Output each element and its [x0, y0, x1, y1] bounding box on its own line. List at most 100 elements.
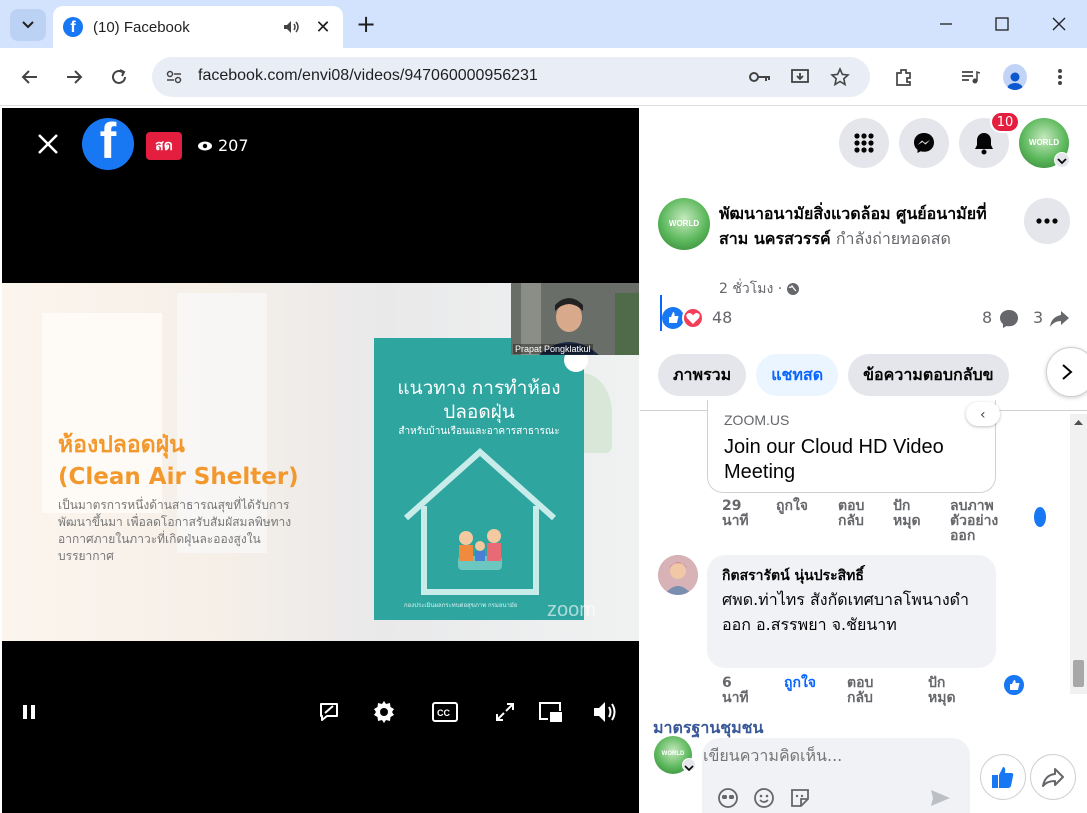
thumbs-up-icon [992, 767, 1014, 788]
emoji-icon[interactable] [752, 786, 776, 810]
minimize-icon[interactable] [934, 12, 958, 36]
closed-captions-icon[interactable]: CC [430, 697, 460, 727]
new-tab-button[interactable]: + [356, 12, 376, 36]
post-tabs: ภาพรวม แชทสด ข้อความตอบกลับข [658, 354, 1009, 396]
link-like-action[interactable]: ถูกใจ [776, 499, 808, 514]
comment-author[interactable]: กิตสรารัตน์ นุ่นประสิทธิ์ [722, 565, 864, 587]
link-reply-action[interactable]: ตอบกลับ [838, 499, 878, 529]
more-dots-icon [1036, 218, 1058, 224]
comment-pin-action[interactable]: ปักหมุด [928, 676, 968, 706]
scroll-up-arrow-icon[interactable] [1073, 418, 1084, 426]
book-footer: กองประเมินผลกระทบต่อสุขภาพ กรมอนามัย [404, 602, 518, 609]
slide-title: ห้องปลอดฝุ่น (Clean Air Shelter) [58, 429, 299, 493]
maximize-icon[interactable] [990, 12, 1014, 36]
link-title[interactable]: Join our Cloud HD Video Meeting [724, 435, 984, 485]
fullscreen-icon[interactable] [490, 697, 520, 727]
comment-like-action[interactable]: ถูกใจ [784, 676, 816, 691]
post-timestamp[interactable]: 2 ชั่วโมง · [719, 278, 800, 300]
link-timestamp[interactable]: 29 นาที [722, 499, 762, 529]
profile-avatar-icon[interactable] [1003, 64, 1027, 90]
settings-gear-icon[interactable] [369, 697, 399, 727]
tab-search-button[interactable] [10, 9, 46, 41]
chevron-right-icon [1062, 364, 1073, 380]
share-count[interactable]: 3 [1033, 308, 1043, 327]
like-badge-icon [1032, 505, 1048, 529]
book-title: แนวทาง การทำห้องปลอดฝุ่น [397, 377, 561, 423]
volume-icon[interactable] [590, 697, 620, 727]
site-info-icon[interactable] [162, 65, 186, 89]
like-button[interactable] [980, 754, 1026, 800]
forward-arrow-icon[interactable] [62, 65, 86, 89]
tab-live-chat[interactable]: แชทสด [756, 354, 839, 396]
share-arrow-icon [1050, 311, 1069, 327]
book-subtitle: สำหรับบ้านเรือนและอาคารสาธารณะ [398, 426, 560, 437]
page-avatar[interactable]: WORLD [658, 198, 710, 250]
commenter-avatar[interactable] [658, 555, 698, 595]
tab-overview[interactable]: ภาพรวม [658, 354, 747, 396]
menu-grid-button[interactable] [839, 118, 889, 168]
comment-reply-action[interactable]: ตอบกลับ [847, 676, 887, 706]
bookmark-star-icon[interactable] [828, 65, 852, 89]
slide-title-thai: ห้องปลอดฝุ่น [58, 432, 185, 458]
post-header-text: พัฒนาอนามัยสิ่งแวดล้อม ศูนย์อนามัยที่สาม… [719, 201, 999, 251]
sticker-icon[interactable] [788, 786, 812, 810]
like-reaction-icon[interactable] [662, 307, 684, 329]
picture-in-picture-icon[interactable] [536, 697, 566, 727]
comment-bubble-icon [1000, 310, 1018, 328]
tab-close-icon[interactable]: ✕ [313, 17, 333, 38]
window-close-icon[interactable] [1047, 12, 1071, 36]
comment-composer[interactable] [702, 738, 970, 813]
reload-icon[interactable] [107, 65, 131, 89]
speaker-camera-thumbnail: Prapat Pongklatkul [511, 283, 639, 355]
account-chevron-icon[interactable] [1054, 152, 1070, 168]
key-icon[interactable] [748, 65, 772, 89]
slide-subtitle: เป็นมาตรการหนึ่งด้านสาธารณสุขที่ได้รับกา… [58, 498, 292, 563]
viewer-count: 207 [197, 136, 249, 155]
post-more-options-button[interactable] [1024, 198, 1070, 244]
speaker-icon[interactable] [281, 17, 301, 37]
chat-scrollbar[interactable] [1070, 414, 1087, 694]
kebab-menu-icon[interactable] [1048, 65, 1072, 89]
house-icon [404, 447, 556, 595]
comment-count[interactable]: 8 [982, 308, 992, 327]
pause-icon[interactable] [14, 697, 44, 727]
messenger-icon [914, 133, 934, 153]
close-icon[interactable] [36, 132, 60, 156]
comment-bubble: กิตสรารัตน์ นุ่นประสิทธิ์ ศพด.ท่าไทร สัง… [707, 555, 996, 668]
avatar-sticker-icon[interactable] [716, 786, 740, 810]
facebook-logo-icon[interactable]: f [82, 118, 134, 170]
address-bar[interactable]: facebook.com/envi08/videos/9470600009562… [152, 57, 870, 97]
media-controls-icon[interactable] [958, 65, 982, 89]
browser-tab-strip: f (10) Facebook ✕ + [0, 0, 1087, 48]
back-arrow-icon[interactable] [18, 65, 42, 89]
link-card-remove-icon[interactable]: ‹ [966, 402, 1000, 426]
post-time-text: 2 ชั่วโมง · [719, 281, 783, 297]
share-button[interactable] [1030, 754, 1076, 800]
comment-timestamp[interactable]: 6 นาที [722, 676, 762, 706]
love-reaction-icon[interactable] [682, 307, 704, 329]
tab-replies[interactable]: ข้อความตอบกลับข [848, 354, 1009, 396]
url-text[interactable]: facebook.com/envi08/videos/9470600009562… [198, 67, 538, 85]
composer-avatar-chevron-icon[interactable] [682, 758, 696, 772]
chevron-down-icon [22, 21, 34, 29]
notification-count-badge: 10 [990, 111, 1020, 133]
extensions-icon[interactable] [892, 65, 916, 89]
speaker-name-label: Prapat Pongklatkul [513, 344, 593, 354]
reaction-count[interactable]: 48 [712, 308, 732, 327]
eye-icon [198, 141, 212, 150]
messenger-button[interactable] [899, 118, 949, 168]
scrollbar-thumb[interactable] [1073, 660, 1084, 687]
link-pin-action[interactable]: ปักหมุด [893, 499, 933, 529]
install-app-icon[interactable] [788, 65, 812, 89]
video-player[interactable]: f สด 207 ห้องปลอดฝุ่น (Clean Air Shelter… [2, 108, 639, 813]
post-status: กำลังถ่ายทอดสด [830, 229, 951, 248]
send-icon[interactable] [928, 786, 952, 810]
comment-input[interactable] [703, 743, 863, 767]
link-remove-preview-action[interactable]: ลบภาพตัวอย่างออก [950, 499, 1020, 544]
globe-icon [787, 283, 800, 295]
slide-title-english: (Clean Air Shelter) [58, 464, 299, 490]
browser-tab[interactable]: f (10) Facebook ✕ [53, 6, 343, 48]
browser-toolbar: facebook.com/envi08/videos/9470600009562… [0, 48, 1087, 106]
link-preview-card[interactable]: ZOOM.US Join our Cloud HD Video Meeting [707, 400, 996, 493]
hide-chat-icon[interactable] [314, 697, 344, 727]
